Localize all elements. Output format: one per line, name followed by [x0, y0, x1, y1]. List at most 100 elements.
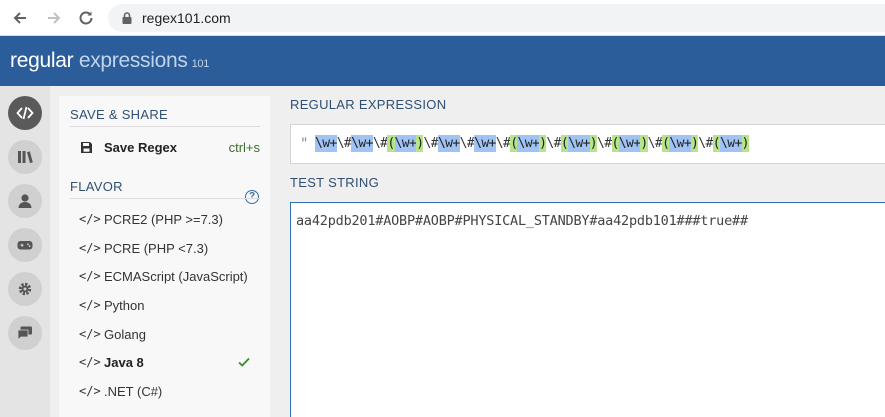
help-icon[interactable]: ?: [245, 190, 259, 204]
rail-button-account[interactable]: [8, 184, 42, 218]
regex-group-token: ): [539, 135, 547, 152]
gear-icon: [18, 282, 32, 296]
flavor-title: FLAVOR: [70, 179, 123, 194]
rail-button-quiz[interactable]: [8, 228, 42, 262]
arrow-right-icon: [48, 12, 61, 24]
divider: [70, 126, 260, 127]
library-icon: [18, 151, 33, 164]
code-icon: </>: [79, 355, 101, 369]
regex-escape-token: \#: [372, 135, 388, 152]
regex-word-token: \w+: [315, 135, 337, 152]
flavor-label: .NET (C#): [104, 384, 163, 399]
regex-group-token: ): [589, 135, 598, 152]
flavor-pcre[interactable]: </> PCRE (PHP <7.3): [79, 238, 259, 260]
code-icon: </>: [79, 212, 101, 226]
lock-icon: [122, 12, 132, 24]
checkmark-icon: [238, 357, 250, 367]
save-regex-button[interactable]: Save Regex ctrl+s: [70, 136, 260, 160]
save-regex-shortcut: ctrl+s: [228, 140, 260, 155]
save-share-title: SAVE & SHARE: [70, 107, 169, 122]
regex-word-token: \w+: [719, 135, 742, 152]
regex-group-token: (: [611, 135, 619, 152]
main-editor: REGULAR EXPRESSION " \w+\#\w+\#(\w+)\#\w…: [272, 86, 885, 417]
test-string-title: TEST STRING: [290, 175, 380, 190]
regex-group-token: ): [691, 135, 699, 152]
code-icon: </>: [79, 298, 101, 312]
regex-group-token: (: [712, 135, 721, 152]
flavor-label: PCRE2 (PHP >=7.3): [104, 212, 223, 227]
regex-escape-token: \#: [336, 135, 352, 152]
test-string-text: aa42pdb201#AOBP#AOBP#PHYSICAL_STANDBY#aa…: [296, 213, 748, 229]
reload-button[interactable]: [74, 6, 98, 30]
flavor-ecmascript[interactable]: </> ECMAScript (JavaScript): [79, 266, 259, 288]
regex-word-token: \w+: [437, 135, 460, 152]
divider: [70, 198, 260, 199]
flavor-label: Python: [104, 298, 145, 313]
regex-escape-token: \#: [546, 135, 561, 152]
code-icon: </>: [79, 241, 101, 255]
logo[interactable]: regular expressions 101: [10, 49, 209, 73]
regex-escape-token: \#: [459, 135, 475, 152]
flavor-python[interactable]: </> Python: [79, 295, 259, 317]
rail-button-chat[interactable]: [8, 316, 42, 350]
rail-button-settings[interactable]: [8, 272, 42, 306]
address-bar[interactable]: regex101.com: [108, 4, 885, 32]
forward-button[interactable]: [42, 6, 66, 30]
save-icon: [81, 142, 92, 153]
logo-word-expressions: expressions: [78, 49, 188, 72]
reload-icon: [79, 11, 93, 25]
regex-word-token: \w+: [618, 135, 641, 152]
chat-icon: [17, 326, 32, 341]
logo-word-regular: regular: [10, 49, 74, 72]
regex-group-token: ): [416, 135, 424, 152]
flavor-java8[interactable]: </> Java 8: [79, 352, 259, 374]
user-icon: [18, 194, 32, 208]
flavor-label: PCRE (PHP <7.3): [104, 241, 209, 256]
regex-word-token: \w+: [394, 135, 417, 152]
regex-group-token: (: [510, 135, 518, 152]
rail-button-library[interactable]: [8, 140, 42, 174]
regex-group-token: ): [741, 135, 750, 152]
regex-group-token: ): [640, 135, 648, 152]
code-icon: </>: [79, 269, 101, 283]
code-icon: </>: [79, 384, 101, 398]
flavor-label: Golang: [104, 327, 146, 342]
regex-word-token: \w+: [568, 135, 590, 152]
regex-escape-token: \#: [597, 135, 612, 152]
flavor-pcre2[interactable]: </> PCRE2 (PHP >=7.3): [79, 209, 259, 231]
rail-button-regex-editor[interactable]: [8, 96, 42, 130]
icon-rail: [0, 86, 50, 417]
regex-word-token: \w+: [517, 135, 540, 152]
regex-escape-token: \#: [423, 135, 439, 152]
regex-group-token: (: [387, 135, 395, 152]
flavor-label: ECMAScript (JavaScript): [104, 269, 248, 284]
arrow-left-icon: [13, 12, 26, 24]
side-panel: SAVE & SHARE Save Regex ctrl+s FLAVOR ? …: [50, 86, 272, 417]
logo-version: 101: [191, 58, 210, 70]
back-button[interactable]: [8, 6, 32, 30]
flavor-dotnet[interactable]: </> .NET (C#): [79, 381, 259, 403]
url-text: regex101.com: [142, 10, 231, 26]
browser-toolbar: regex101.com: [0, 0, 885, 36]
regex-escape-token: \#: [647, 135, 663, 152]
regex-group-token: (: [560, 135, 569, 152]
flavor-golang[interactable]: </> Golang: [79, 324, 259, 346]
regex-group-token: (: [662, 135, 670, 152]
flavor-label: Java 8: [104, 355, 144, 370]
regex-word-token: \w+: [669, 135, 692, 152]
code-icon: [16, 106, 34, 120]
app-header: regular expressions 101: [0, 36, 885, 86]
regex-escape-token: \#: [698, 135, 713, 152]
gamepad-icon: [17, 241, 33, 250]
side-panel-card: SAVE & SHARE Save Regex ctrl+s FLAVOR ? …: [59, 96, 270, 417]
regex-word-token: \w+: [351, 135, 373, 152]
code-icon: </>: [79, 327, 101, 341]
save-regex-label: Save Regex: [104, 140, 177, 155]
regex-escape-token: \#: [495, 135, 511, 152]
regex-input[interactable]: " \w+\#\w+\#(\w+)\#\w+\#\w+\#(\w+)\#(\w+…: [290, 124, 885, 164]
regex-text: \w+\#\w+\#(\w+)\#\w+\#\w+\#(\w+)\#(\w+)\…: [315, 135, 750, 152]
test-string-input[interactable]: aa42pdb201#AOBP#AOBP#PHYSICAL_STANDBY#aa…: [290, 202, 885, 417]
regex-section-title: REGULAR EXPRESSION: [290, 97, 447, 112]
regex-delimiter: ": [300, 136, 309, 152]
regex-word-token: \w+: [474, 135, 496, 152]
